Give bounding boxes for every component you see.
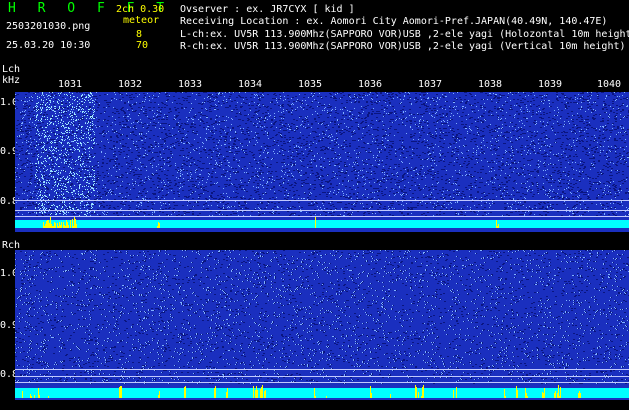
- time-tick: 1036: [358, 79, 383, 90]
- time-tick: 1031: [58, 79, 83, 90]
- reference-line: [15, 200, 629, 201]
- location-line: Receiving Location : ex. Aomori City Aom…: [180, 16, 608, 27]
- time-tick: 1035: [298, 79, 323, 90]
- time-tick: 1033: [178, 79, 203, 90]
- lch-channel-label: Lch: [2, 64, 21, 75]
- rch-spectrogram-canvas: [15, 250, 629, 400]
- reference-line: [15, 382, 629, 383]
- lch-info-line: L-ch:ex. UV5R 113.900Mhz(SAPPORO VOR)USB…: [180, 29, 629, 40]
- observer-line: Ovserver : ex. JR7CYX [ kid ]: [180, 4, 355, 15]
- reference-line: [15, 376, 629, 377]
- reference-line: [15, 216, 629, 217]
- filename-label: 2503201030.png: [6, 21, 91, 32]
- rch-meteor-count: 70: [136, 40, 149, 51]
- reference-line: [15, 369, 629, 370]
- lch-spectrogram-canvas: [15, 92, 629, 232]
- time-tick: 1034: [238, 79, 263, 90]
- carrier-trace: [15, 220, 629, 228]
- time-tick: 1039: [538, 79, 563, 90]
- time-tick: 1038: [478, 79, 503, 90]
- lch-meteor-count: 8: [136, 29, 143, 40]
- rch-info-line: R-ch:ex. UV5R 113.900Mhz(SAPPORO VOR)USB…: [180, 41, 626, 52]
- time-tick: 1032: [118, 79, 143, 90]
- lch-unit-label: kHz: [2, 75, 21, 86]
- time-tick: 1037: [418, 79, 443, 90]
- rch-spectrogram: [15, 250, 629, 400]
- carrier-trace: [15, 388, 629, 398]
- reference-line: [15, 210, 629, 211]
- meteor-label: meteor: [123, 15, 160, 26]
- mode-label: 2ch 0.30: [116, 4, 165, 15]
- time-tick: 1040: [597, 79, 622, 90]
- datetime-label: 25.03.20 10:30: [6, 40, 91, 51]
- lch-spectrogram: [15, 92, 629, 232]
